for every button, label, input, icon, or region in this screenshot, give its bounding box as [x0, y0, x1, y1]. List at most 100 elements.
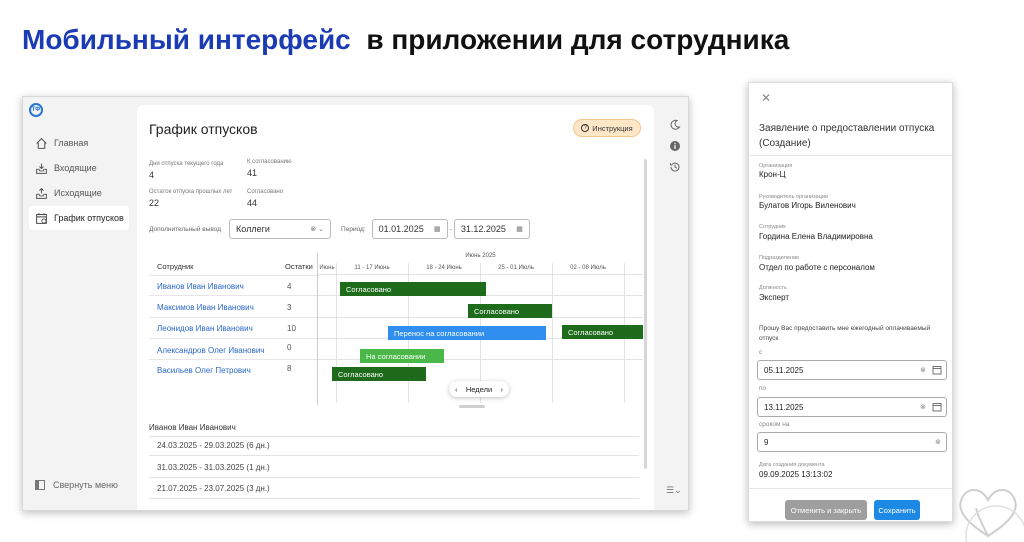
info-icon[interactable] [669, 140, 681, 152]
scrollbar[interactable] [644, 159, 647, 469]
employee-rest: 8 [287, 364, 292, 373]
field-label: Должность [759, 285, 787, 291]
sidebar-item-vacation-schedule[interactable]: График отпусков [29, 206, 129, 230]
row-divider [149, 295, 319, 296]
date-to-field[interactable]: 13.11.2025 ⊗ [757, 397, 947, 417]
extra-output-label: Дополнительный вывод [149, 225, 222, 233]
instruction-button[interactable]: ? Инструкция [573, 119, 641, 137]
row-divider [149, 498, 639, 499]
gantt-bar-approved[interactable]: Согласовано [332, 367, 426, 381]
term-value: 9 [764, 437, 769, 447]
employee-link[interactable]: Васильев Олег Петрович [157, 366, 251, 375]
stat-value: 4 [149, 170, 155, 180]
clear-icon[interactable]: ⊗ [920, 403, 926, 411]
row-divider [149, 436, 639, 437]
employee-rest: 4 [287, 282, 292, 291]
gantt-week: Июнь [319, 265, 335, 271]
sidebar-item-inbox[interactable]: Входящие [29, 156, 129, 180]
collapse-menu-button[interactable]: Свернуть меню [35, 480, 118, 490]
close-icon[interactable]: ✕ [761, 91, 771, 105]
stat-label: Дни отпуска текущего года [149, 161, 224, 167]
filters-row: Дополнительный вывод Коллеги ⊗ ⌄ Период:… [149, 219, 530, 239]
mobile-window: ✕ Заявление о предоставлении отпуска (Со… [748, 82, 953, 522]
gantt-bar-approved[interactable]: Согласовано [340, 282, 486, 296]
employee-rest: 10 [287, 324, 296, 333]
date-to-value: 31.12.2025 [460, 224, 506, 234]
gantt-gridline [552, 263, 553, 403]
field-label: Подразделение [759, 255, 800, 261]
stat-label: Остаток отпуска прошлых лет [149, 189, 233, 195]
app-logo: ТФ [29, 103, 43, 117]
vacation-period: 24.03.2025 - 29.03.2025 (6 дн.) [157, 441, 270, 450]
gantt-bar-approved[interactable]: Согласовано [562, 325, 643, 339]
inbox-icon [36, 163, 47, 174]
term-field[interactable]: 9 ⊗ [757, 432, 947, 452]
sidebar-nav: Главная Входящие Исходящие График отпуск… [29, 131, 129, 231]
chevron-right-icon[interactable]: › [500, 385, 503, 394]
clear-icon[interactable]: ⊗ [920, 366, 926, 374]
field-value: Крон-Ц [759, 170, 786, 179]
slide-title: Мобильный интерфейс в приложении для сот… [22, 24, 789, 56]
gantt-gridline [336, 263, 337, 403]
period-dash: - [449, 225, 452, 233]
gantt-row-line [318, 274, 643, 275]
created-value: 09.09.2025 13:13:02 [759, 470, 833, 479]
sidebar-item-outbox[interactable]: Исходящие [29, 181, 129, 205]
desktop-window: ТФ Главная Входящие Исходящие График отп… [22, 96, 689, 511]
employee-link[interactable]: Александров Олег Иванович [157, 346, 264, 355]
gantt-week: 18 - 24 Июнь [426, 265, 462, 271]
sidebar-collapse-icon [35, 480, 45, 490]
stat-label: К согласованию [247, 159, 292, 165]
form-title: Заявление о предоставлении отпуска (Созд… [759, 123, 935, 149]
date-from-input[interactable]: 01.01.2025 ▦ [371, 219, 448, 239]
employee-link[interactable]: Максимов Иван Иванович [157, 303, 254, 312]
extra-output-value: Коллеги [236, 224, 270, 234]
date-from-value: 01.01.2025 [378, 224, 424, 234]
column-header-employee: Сотрудник [157, 262, 194, 271]
field-label: Руководитель организации [759, 194, 829, 200]
date-from-value: 05.11.2025 [764, 365, 804, 375]
outbox-icon [36, 187, 47, 199]
gantt-bar-transfer[interactable]: Перенос на согласовании [388, 326, 546, 340]
stat-to-approve: К согласованию 41 [247, 159, 292, 178]
cancel-button[interactable]: Отменить и закрыть [785, 500, 867, 520]
menu-icon[interactable]: ☰⌄ [666, 485, 682, 496]
extra-output-select[interactable]: Коллеги ⊗ ⌄ [229, 219, 332, 239]
stat-days-current: Дни отпуска текущего года 4 [149, 161, 223, 180]
date-to-input[interactable]: 31.12.2025 ▦ [453, 219, 530, 239]
employee-link[interactable]: Иванов Иван Иванович [157, 282, 244, 291]
clear-icon[interactable]: ⊗ [935, 438, 941, 446]
field-value: Гордина Елена Владимировна [759, 232, 873, 241]
moon-icon[interactable] [669, 119, 681, 131]
help-icon: ? [581, 124, 590, 132]
gantt-zoom-switcher[interactable]: ‹ Недели › [449, 381, 509, 397]
save-button[interactable]: Сохранить [874, 500, 920, 520]
resize-handle[interactable] [459, 405, 485, 408]
sidebar-item-home[interactable]: Главная [29, 131, 129, 155]
calendar-icon: ▦ [516, 226, 523, 233]
divider [749, 488, 952, 489]
page-title: График отпусков [149, 121, 258, 137]
employee-rest: 3 [287, 303, 292, 312]
calendar-icon[interactable] [932, 402, 942, 412]
request-text: Прошу Вас предоставить мне ежегодный опл… [759, 325, 931, 342]
period-label: Период: [341, 225, 366, 233]
employee-rest: 0 [287, 343, 292, 352]
column-header-rest: Остатки [285, 262, 313, 271]
employee-link[interactable]: Леонидов Иван Иванович [157, 324, 253, 333]
date-from-field[interactable]: 05.11.2025 ⊗ [757, 360, 947, 380]
vacation-period: 21.07.2025 - 23.07.2025 (3 дн.) [157, 484, 270, 493]
calendar-icon [36, 212, 47, 224]
row-divider [149, 317, 319, 318]
slide-title-accent: Мобильный интерфейс [22, 24, 351, 55]
sidebar-item-label: Входящие [54, 163, 97, 173]
stat-value: 44 [247, 198, 258, 208]
chevron-left-icon[interactable]: ‹ [455, 385, 458, 394]
gantt-bar-approved[interactable]: Согласовано [468, 304, 552, 318]
calendar-icon[interactable] [932, 365, 942, 375]
history-icon[interactable] [669, 161, 681, 173]
created-label: Дата создания документа [759, 462, 825, 468]
divider [749, 155, 952, 156]
gantt-bar-pending[interactable]: На согласовании [360, 349, 444, 363]
home-icon [36, 137, 47, 149]
